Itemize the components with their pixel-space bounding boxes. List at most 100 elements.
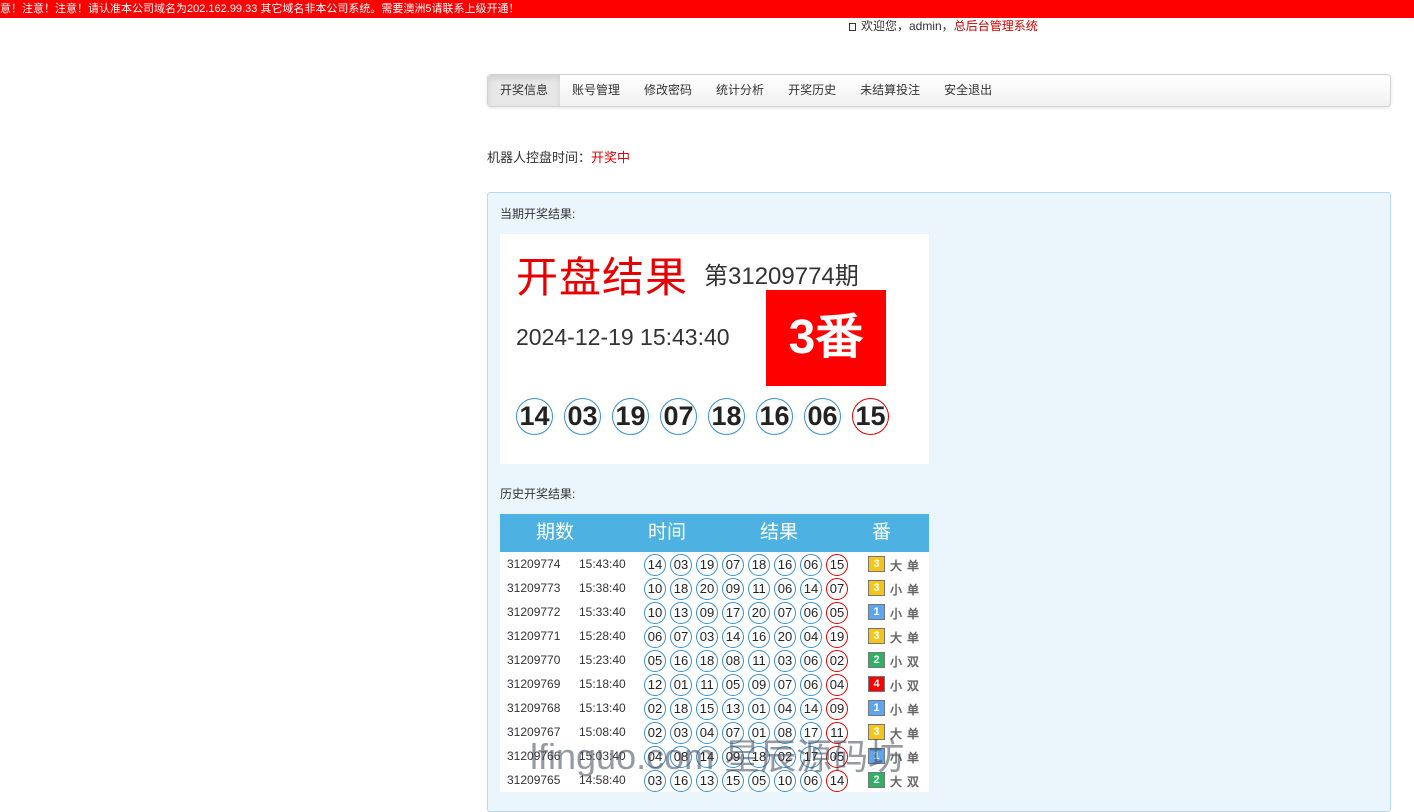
row-ball: 06: [644, 626, 666, 648]
result-ball: 19: [612, 398, 649, 435]
row-ball: 06: [800, 674, 822, 696]
result-ball: 07: [660, 398, 697, 435]
row-ball: 16: [748, 626, 770, 648]
result-title: 开盘结果: [516, 253, 689, 302]
tab-logout[interactable]: 安全退出: [932, 75, 1004, 106]
history-rows: 31209774 15:43:40 14 03 19 07 18 16 06 15 3 大单 31209…: [500, 552, 929, 792]
row-ball: 20: [774, 626, 796, 648]
table-row: 31209767 15:08:40 02 03 04 07 01 08 17 11 3 大单: [500, 720, 929, 744]
row-ball: 11: [748, 578, 770, 600]
row-ball: 19: [696, 554, 718, 576]
row-fan-badge: 3: [868, 556, 885, 572]
row-ball: 18: [696, 650, 718, 672]
welcome-text: 欢迎您，admin，: [861, 19, 954, 33]
row-ball: 04: [696, 722, 718, 744]
row-parity: 双: [907, 679, 920, 693]
row-fan-badge: 1: [868, 748, 885, 764]
row-ball: 04: [826, 674, 848, 696]
header-period: 期数: [536, 522, 575, 543]
row-time: 15:08:40: [579, 725, 626, 739]
row-ball: 17: [722, 602, 744, 624]
row-ball: 11: [826, 722, 848, 744]
row-parity: 单: [907, 583, 920, 597]
header-time: 时间: [648, 522, 687, 543]
row-size: 小: [890, 751, 903, 765]
row-balls: 10 13 09 17 20 07 06 05: [644, 602, 848, 624]
row-ball: 06: [774, 578, 796, 600]
main-nav: 开奖信息 账号管理 修改密码 统计分析 开奖历史 未结算投注 安全退出: [487, 74, 1391, 107]
row-parity: 双: [907, 655, 920, 669]
row-ball: 17: [800, 746, 822, 768]
row-ball: 10: [644, 602, 666, 624]
draw-panel: 当期开奖结果: 开盘结果 第31209774期 2024-12-19 15:43…: [487, 192, 1391, 812]
row-ball: 05: [722, 674, 744, 696]
row-ball: 11: [696, 674, 718, 696]
row-ball: 03: [670, 722, 692, 744]
row-ball: 06: [800, 650, 822, 672]
tab-change-password[interactable]: 修改密码: [632, 75, 704, 106]
row-ball: 16: [670, 650, 692, 672]
tab-draw-info[interactable]: 开奖信息: [488, 75, 561, 106]
row-ball: 03: [670, 554, 692, 576]
row-period: 31209768: [507, 701, 561, 715]
row-parity: 单: [907, 607, 920, 621]
row-ball: 04: [774, 698, 796, 720]
row-period: 31209771: [507, 629, 561, 643]
result-ball: 03: [564, 398, 601, 435]
row-size: 小: [890, 607, 903, 621]
row-size: 大: [890, 631, 903, 645]
row-balls: 10 18 20 09 11 06 14 07: [644, 578, 848, 600]
row-ball: 09: [722, 578, 744, 600]
row-time: 15:28:40: [579, 629, 626, 643]
row-fan-badge: 2: [868, 652, 885, 668]
row-ball: 16: [670, 770, 692, 792]
result-ball: 16: [756, 398, 793, 435]
row-ball: 15: [826, 554, 848, 576]
table-row: 31209765 14:58:40 03 16 13 15 05 10 06 14 2 大双: [500, 768, 929, 792]
row-ball: 08: [670, 746, 692, 768]
row-balls: 06 07 03 14 16 20 04 19: [644, 626, 848, 648]
row-fan-badge: 1: [868, 604, 885, 620]
row-ball: 01: [670, 674, 692, 696]
result-balls: 14 03 19 07 18 16 06 15: [516, 398, 889, 435]
row-period: 31209765: [507, 773, 561, 787]
row-ball: 03: [696, 626, 718, 648]
row-ball: 14: [644, 554, 666, 576]
result-ball-last: 15: [852, 398, 889, 435]
tab-statistics[interactable]: 统计分析: [704, 75, 776, 106]
row-fan-badge: 1: [868, 700, 885, 716]
table-row: 31209769 15:18:40 12 01 11 05 09 07 06 04 4 小双: [500, 672, 929, 696]
header-result: 结果: [760, 522, 799, 543]
row-ball: 02: [644, 698, 666, 720]
row-ball: 06: [800, 602, 822, 624]
row-size: 小: [890, 583, 903, 597]
row-size: 小: [890, 703, 903, 717]
row-ball: 18: [748, 746, 770, 768]
row-ball: 20: [696, 578, 718, 600]
row-size: 小: [890, 655, 903, 669]
row-ball: 14: [800, 698, 822, 720]
tab-account-management[interactable]: 账号管理: [560, 75, 632, 106]
row-ball: 07: [670, 626, 692, 648]
row-balls: 05 16 18 08 11 03 06 02: [644, 650, 848, 672]
history-label: 历史开奖结果:: [500, 487, 576, 501]
row-ball: 06: [800, 554, 822, 576]
row-ball: 18: [670, 578, 692, 600]
result-ball: 14: [516, 398, 553, 435]
tab-draw-history[interactable]: 开奖历史: [776, 75, 848, 106]
table-row: 31209772 15:33:40 10 13 09 17 20 07 06 05 1 小单: [500, 600, 929, 624]
row-time: 15:33:40: [579, 605, 626, 619]
row-ball: 07: [722, 554, 744, 576]
row-ball: 08: [774, 722, 796, 744]
result-ball: 06: [804, 398, 841, 435]
row-time: 15:23:40: [579, 653, 626, 667]
row-ball: 19: [826, 626, 848, 648]
row-ball: 02: [774, 746, 796, 768]
row-time: 14:58:40: [579, 773, 626, 787]
row-ball: 13: [722, 698, 744, 720]
admin-system-link[interactable]: 总后台管理系统: [954, 19, 1038, 33]
row-ball: 05: [826, 602, 848, 624]
row-size: 小: [890, 679, 903, 693]
row-ball: 09: [748, 674, 770, 696]
tab-unsettled-bets[interactable]: 未结算投注: [848, 75, 932, 106]
